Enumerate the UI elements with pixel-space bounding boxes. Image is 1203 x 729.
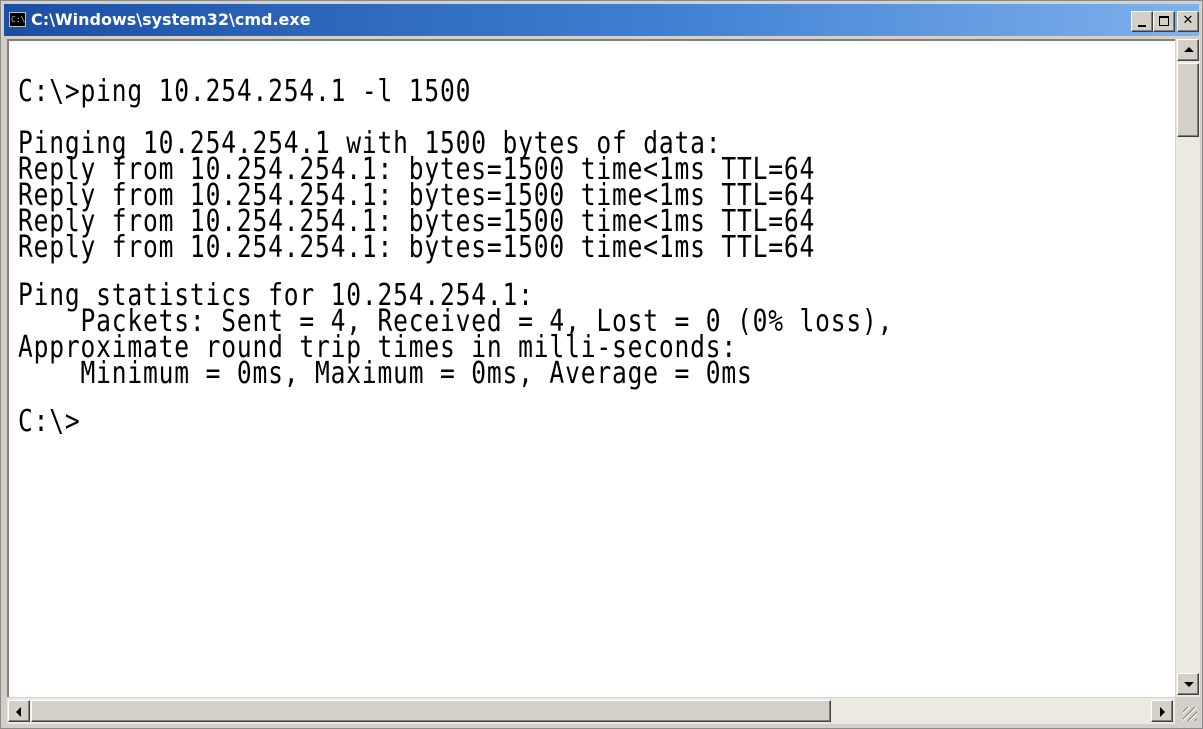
- minimize-button[interactable]: [1131, 11, 1153, 32]
- cmd-icon[interactable]: C:\: [9, 12, 26, 27]
- prompt-line: C:\>: [18, 404, 81, 439]
- vertical-scroll-thumb[interactable]: [1177, 63, 1199, 137]
- reply-line: Reply from 10.254.254.1: bytes=1500 time…: [18, 230, 816, 265]
- scroll-down-button[interactable]: [1177, 673, 1199, 695]
- scroll-up-button[interactable]: [1177, 39, 1199, 61]
- rtt-line: Minimum = 0ms, Maximum = 0ms, Average = …: [18, 356, 753, 391]
- resize-grip[interactable]: [1176, 698, 1200, 724]
- window-title: C:\Windows\system32\cmd.exe: [31, 10, 311, 29]
- arrow-right-icon: [1160, 707, 1165, 717]
- vertical-scrollbar[interactable]: [1176, 39, 1200, 697]
- arrow-down-icon: [1184, 682, 1194, 687]
- cmd-window: C:\ C:\Windows\system32\cmd.exe ✕ C:\>pi…: [0, 0, 1203, 729]
- console-text: C:\>ping 10.254.254.1 -l 1500 Pinging 10.…: [18, 41, 893, 439]
- title-bar[interactable]: C:\ C:\Windows\system32\cmd.exe ✕: [4, 4, 1199, 36]
- arrow-up-icon: [1184, 47, 1194, 52]
- scroll-left-button[interactable]: [8, 700, 30, 722]
- minimize-icon: [1138, 25, 1146, 27]
- scroll-right-button[interactable]: [1151, 700, 1173, 722]
- maximize-icon: [1159, 16, 1169, 26]
- console-output[interactable]: C:\>ping 10.254.254.1 -l 1500 Pinging 10.…: [7, 39, 1175, 697]
- close-icon: ✕: [1182, 13, 1194, 28]
- close-button[interactable]: ✕: [1177, 11, 1199, 32]
- resize-grip-icon: [1183, 707, 1197, 721]
- command-line: C:\>ping 10.254.254.1 -l 1500: [18, 74, 472, 109]
- horizontal-scroll-thumb[interactable]: [31, 700, 831, 722]
- maximize-button[interactable]: [1153, 11, 1175, 32]
- horizontal-scrollbar[interactable]: [7, 698, 1175, 724]
- arrow-left-icon: [16, 707, 21, 717]
